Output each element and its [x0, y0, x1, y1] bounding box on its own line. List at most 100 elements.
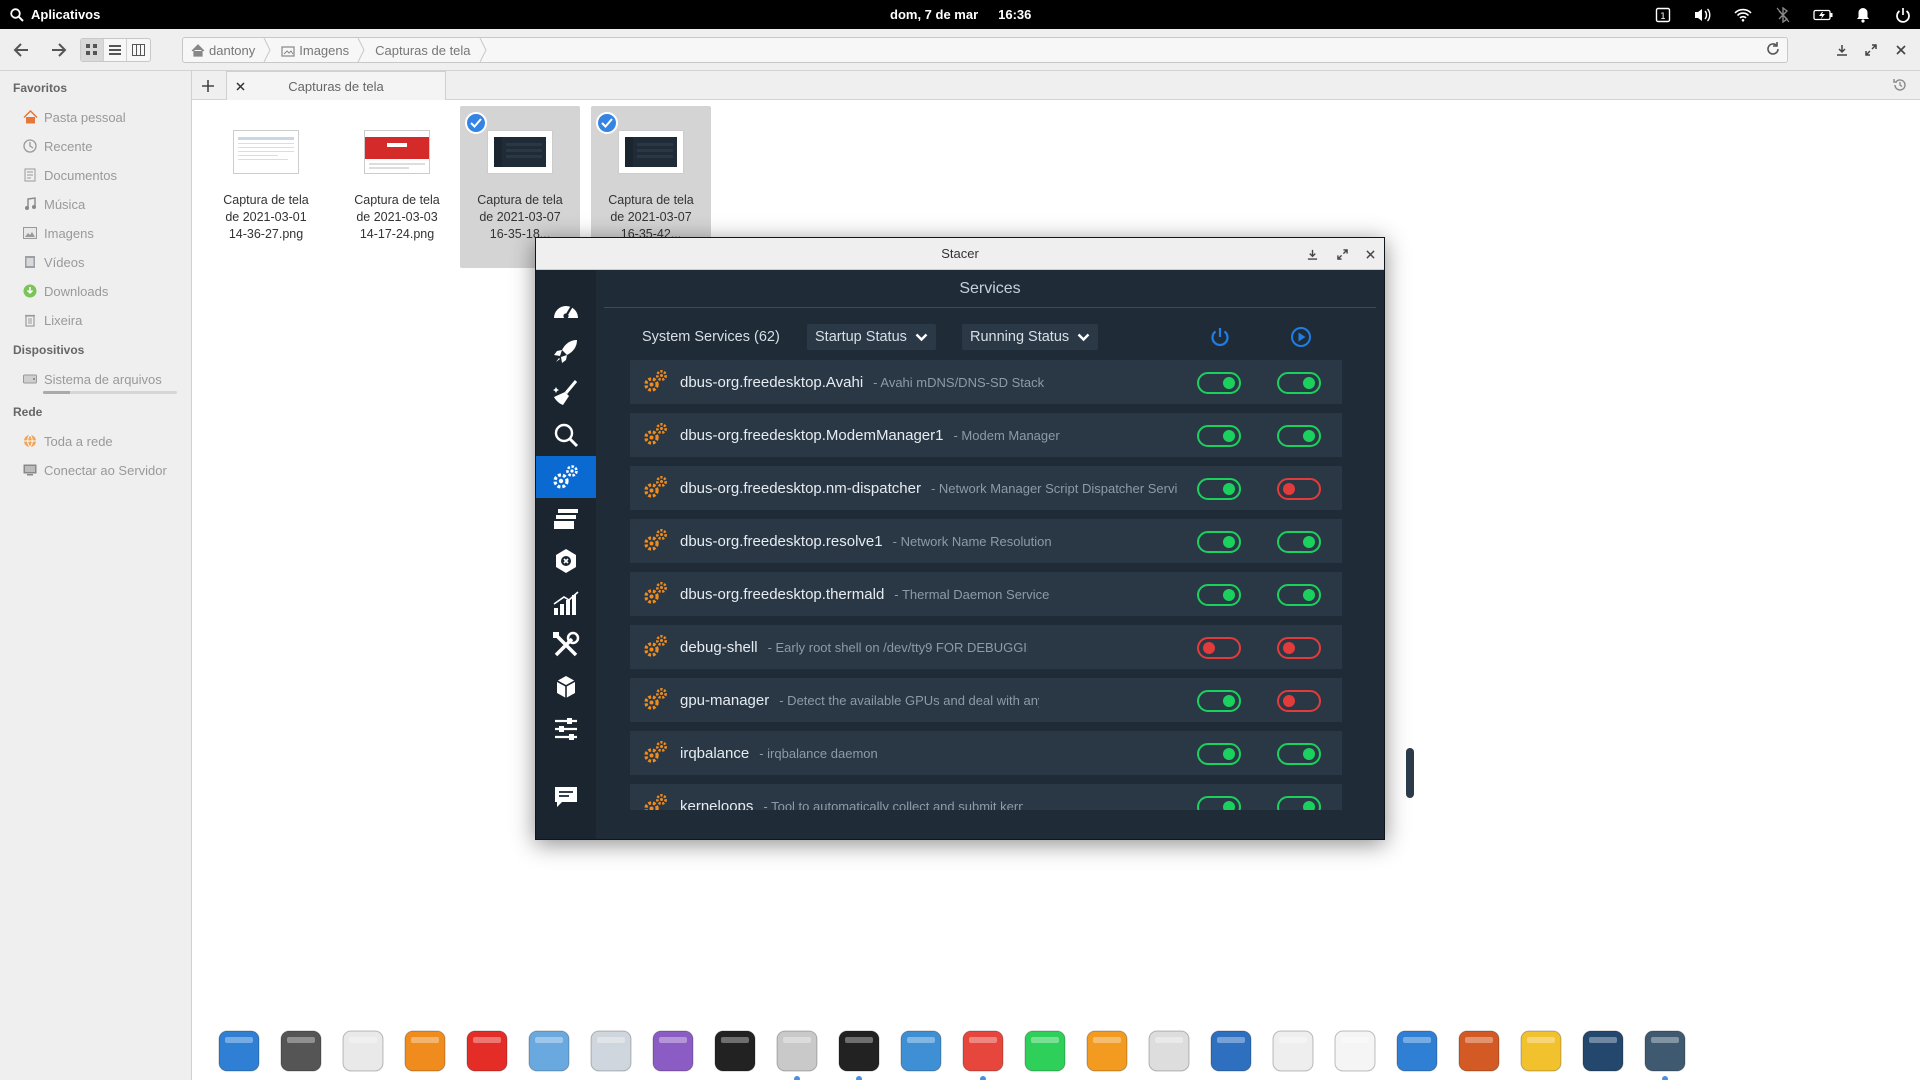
dock-browser[interactable]: [896, 1026, 946, 1076]
new-tab-button[interactable]: [194, 71, 222, 100]
startup-toggle[interactable]: [1197, 478, 1241, 500]
location-bar[interactable]: dantony Imagens Capturas de tela: [182, 37, 1788, 63]
service-row[interactable]: dbus-org.freedesktop.resolve1 - Network N…: [630, 519, 1342, 563]
clock[interactable]: dom, 7 de mar 16:36: [890, 0, 1031, 29]
nav-dashboard[interactable]: [536, 288, 596, 330]
running-toggle[interactable]: [1277, 796, 1321, 810]
dock-music[interactable]: [400, 1026, 450, 1076]
bluetooth-off-icon[interactable]: [1772, 4, 1794, 26]
service-row[interactable]: irqbalance - irqbalance daemon: [630, 731, 1342, 775]
maximize-button[interactable]: [1863, 42, 1879, 58]
back-button[interactable]: [8, 38, 34, 62]
service-row[interactable]: dbus-org.freedesktop.ModemManager1 - Mode…: [630, 413, 1342, 457]
sidebar-item-connect-server[interactable]: Conectar ao Servidor: [22, 459, 167, 481]
nav-processes[interactable]: [536, 498, 596, 540]
dock-writer[interactable]: [1392, 1026, 1442, 1076]
running-toggle[interactable]: [1277, 531, 1321, 553]
dock-photos[interactable]: [524, 1026, 574, 1076]
startup-status-dropdown[interactable]: Startup Status: [807, 324, 936, 350]
breadcrumb-screenshots[interactable]: Capturas de tela: [367, 38, 478, 62]
sidebar-item-images[interactable]: Imagens: [22, 222, 94, 244]
running-toggle[interactable]: [1277, 372, 1321, 394]
volume-icon[interactable]: [1692, 4, 1714, 26]
dock-workspaces[interactable]: [214, 1026, 264, 1076]
sidebar-item-home[interactable]: Pasta pessoal: [22, 106, 126, 128]
dock-calculator[interactable]: [276, 1026, 326, 1076]
running-status-dropdown[interactable]: Running Status: [962, 324, 1099, 350]
startup-toggle[interactable]: [1197, 425, 1241, 447]
forward-button[interactable]: [46, 38, 72, 62]
battery-icon[interactable]: [1812, 4, 1834, 26]
startup-toggle[interactable]: [1197, 584, 1241, 606]
services-scrollbar[interactable]: [1406, 748, 1414, 798]
dock-whatsapp[interactable]: [1020, 1026, 1070, 1076]
sidebar-item-videos[interactable]: Vídeos: [22, 251, 84, 273]
stacer-maximize-button[interactable]: [1334, 246, 1350, 262]
startup-toggle[interactable]: [1197, 743, 1241, 765]
nav-search[interactable]: [536, 414, 596, 456]
running-toggle[interactable]: [1277, 637, 1321, 659]
dock-text-editor[interactable]: [1330, 1026, 1380, 1076]
sidebar-item-entire-network[interactable]: Toda a rede: [22, 430, 113, 452]
service-row[interactable]: dbus-org.freedesktop.thermald - Thermal D…: [630, 572, 1342, 616]
dock-switchboard[interactable]: [586, 1026, 636, 1076]
file-item[interactable]: Captura de tela de 2021-03-03 14-17-24.p…: [337, 106, 457, 256]
dock-youtube[interactable]: [462, 1026, 512, 1076]
notifications-icon[interactable]: [1852, 4, 1874, 26]
nav-uninstaller[interactable]: [536, 540, 596, 582]
power-icon[interactable]: [1892, 4, 1914, 26]
dock-h-app[interactable]: [1082, 1026, 1132, 1076]
applications-menu[interactable]: Aplicativos: [10, 0, 100, 29]
service-row[interactable]: gpu-manager - Detect the available GPUs a…: [630, 678, 1342, 722]
startup-toggle[interactable]: [1197, 372, 1241, 394]
dock-keyboard[interactable]: [1578, 1026, 1628, 1076]
running-toggle[interactable]: [1277, 425, 1321, 447]
wifi-icon[interactable]: [1732, 4, 1754, 26]
dock-chrome[interactable]: [958, 1026, 1008, 1080]
breadcrumb-images[interactable]: Imagens: [273, 38, 357, 62]
nav-apt-repository[interactable]: [536, 666, 596, 708]
dock-m-app[interactable]: [1206, 1026, 1256, 1076]
service-row[interactable]: kerneloops - Tool to automatically collec…: [630, 784, 1342, 810]
sidebar-item-trash[interactable]: Lixeira: [22, 309, 82, 331]
dock-calendar[interactable]: [338, 1026, 388, 1076]
column-view-button[interactable]: [127, 39, 150, 61]
service-row[interactable]: dbus-org.freedesktop.nm-dispatcher - Netw…: [630, 466, 1342, 510]
list-view-button[interactable]: [104, 39, 127, 61]
dock-grid[interactable]: [710, 1026, 760, 1076]
dock-terminal[interactable]: [834, 1026, 884, 1080]
running-toggle[interactable]: [1277, 478, 1321, 500]
service-row[interactable]: debug-shell - Early root shell on /dev/tt…: [630, 625, 1342, 669]
dock-impress[interactable]: [1454, 1026, 1504, 1076]
selected-check-icon[interactable]: [596, 112, 618, 134]
dock-inkscape[interactable]: [1144, 1026, 1194, 1076]
nav-startup-apps[interactable]: [536, 330, 596, 372]
breadcrumb-home[interactable]: dantony: [183, 38, 263, 62]
sidebar-item-music[interactable]: Música: [22, 193, 85, 215]
startup-toggle[interactable]: [1197, 796, 1241, 810]
dock-draw[interactable]: [1516, 1026, 1566, 1076]
sidebar-item-filesystem[interactable]: Sistema de arquivos: [22, 368, 162, 390]
nav-services[interactable]: [536, 456, 596, 498]
sidebar-item-documents[interactable]: Documentos: [22, 164, 117, 186]
nav-system-cleaner[interactable]: [536, 372, 596, 414]
nav-feedback[interactable]: [536, 776, 596, 818]
startup-toggle[interactable]: [1197, 531, 1241, 553]
tab-screenshots[interactable]: Capturas de tela: [226, 71, 446, 100]
nav-resources[interactable]: [536, 582, 596, 624]
stacer-minimize-button[interactable]: [1304, 246, 1320, 262]
sidebar-item-recent[interactable]: Recente: [22, 135, 92, 157]
file-item[interactable]: Captura de tela de 2021-03-01 14-36-27.p…: [206, 106, 326, 256]
startup-toggle[interactable]: [1197, 690, 1241, 712]
service-row[interactable]: dbus-org.freedesktop.Avahi - Avahi mDNS/D…: [630, 360, 1342, 404]
reload-icon[interactable]: [1765, 41, 1783, 59]
tab-close-button[interactable]: [227, 72, 253, 100]
dock-r-app[interactable]: [1268, 1026, 1318, 1076]
dock-stacer[interactable]: [1640, 1026, 1690, 1080]
minimize-button[interactable]: [1834, 42, 1850, 58]
grid-view-button[interactable]: [81, 39, 104, 61]
sidebar-item-downloads[interactable]: Downloads: [22, 280, 108, 302]
stacer-titlebar[interactable]: Stacer: [536, 238, 1384, 270]
running-toggle[interactable]: [1277, 690, 1321, 712]
dock-appcenter[interactable]: [648, 1026, 698, 1076]
